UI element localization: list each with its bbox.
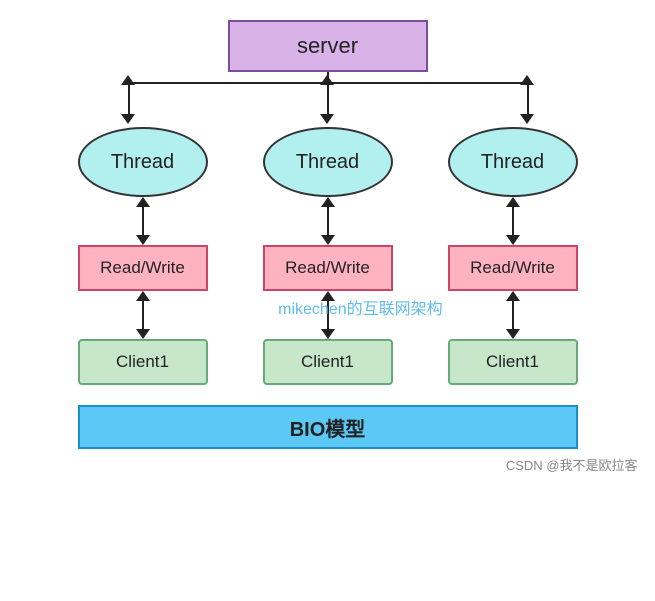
right-drop-line [527, 82, 529, 117]
center-up-arrow [320, 75, 334, 85]
up-arrowhead-2 [321, 197, 335, 207]
down-arrowhead-3 [506, 235, 520, 245]
right-up-arrow [520, 75, 534, 85]
left-up-arrow [121, 75, 135, 85]
line-6b [512, 315, 514, 329]
line-3b [512, 221, 514, 235]
server-label: server [228, 20, 428, 72]
line-5a [327, 301, 329, 315]
clients-row: Client1 Client1 Client1 [78, 339, 578, 385]
line-1a [142, 207, 144, 221]
up-arrowhead-3 [506, 197, 520, 207]
line-3a [512, 207, 514, 221]
line-5b [327, 315, 329, 329]
line-2b [327, 221, 329, 235]
up-arrowhead-6 [506, 291, 520, 301]
down-arrowhead-1 [136, 235, 150, 245]
footer: CSDN @我不是欧拉客 [8, 455, 648, 474]
line-2a [327, 207, 329, 221]
thread-2: Thread [263, 127, 393, 197]
center-drop-arrow [320, 114, 334, 124]
line-6a [512, 301, 514, 315]
line-4a [142, 301, 144, 315]
up-arrowhead-4 [136, 291, 150, 301]
arrow-col-6 [448, 291, 578, 339]
arrow-col-1 [78, 197, 208, 245]
down-arrowhead-2 [321, 235, 335, 245]
up-arrowhead-1 [136, 197, 150, 207]
client-box-2: Client1 [263, 339, 393, 385]
server-box: server [228, 20, 428, 72]
left-drop-arrow [121, 114, 135, 124]
arrow-col-4 [78, 291, 208, 339]
thread-rw-arrows [78, 197, 578, 245]
readwrite-row: Read/Write Read/Write Read/Write [78, 245, 578, 291]
arrow-col-5 [263, 291, 393, 339]
line-1b [142, 221, 144, 235]
down-arrowhead-6 [506, 329, 520, 339]
center-drop-line [327, 82, 329, 117]
down-arrowhead-5 [321, 329, 335, 339]
down-arrowhead-4 [136, 329, 150, 339]
server-to-threads-connector [78, 72, 578, 127]
rw-box-2: Read/Write [263, 245, 393, 291]
rw-box-3: Read/Write [448, 245, 578, 291]
left-drop-line [128, 82, 130, 117]
thread-1: Thread [78, 127, 208, 197]
arrow-col-2 [263, 197, 393, 245]
client-box-1: Client1 [78, 339, 208, 385]
rw-client-arrows [78, 291, 578, 339]
arrow-col-3 [448, 197, 578, 245]
right-drop-arrow [520, 114, 534, 124]
up-arrowhead-5 [321, 291, 335, 301]
bio-label: BIO模型 [290, 413, 366, 442]
bio-bar: BIO模型 [78, 405, 578, 449]
thread-3: Thread [448, 127, 578, 197]
line-4b [142, 315, 144, 329]
diagram-container: server Thread Thread Thread [8, 0, 648, 484]
footer-text: CSDN @我不是欧拉客 [506, 455, 638, 474]
client-box-3: Client1 [448, 339, 578, 385]
rw-box-1: Read/Write [78, 245, 208, 291]
threads-row: Thread Thread Thread [78, 127, 578, 197]
